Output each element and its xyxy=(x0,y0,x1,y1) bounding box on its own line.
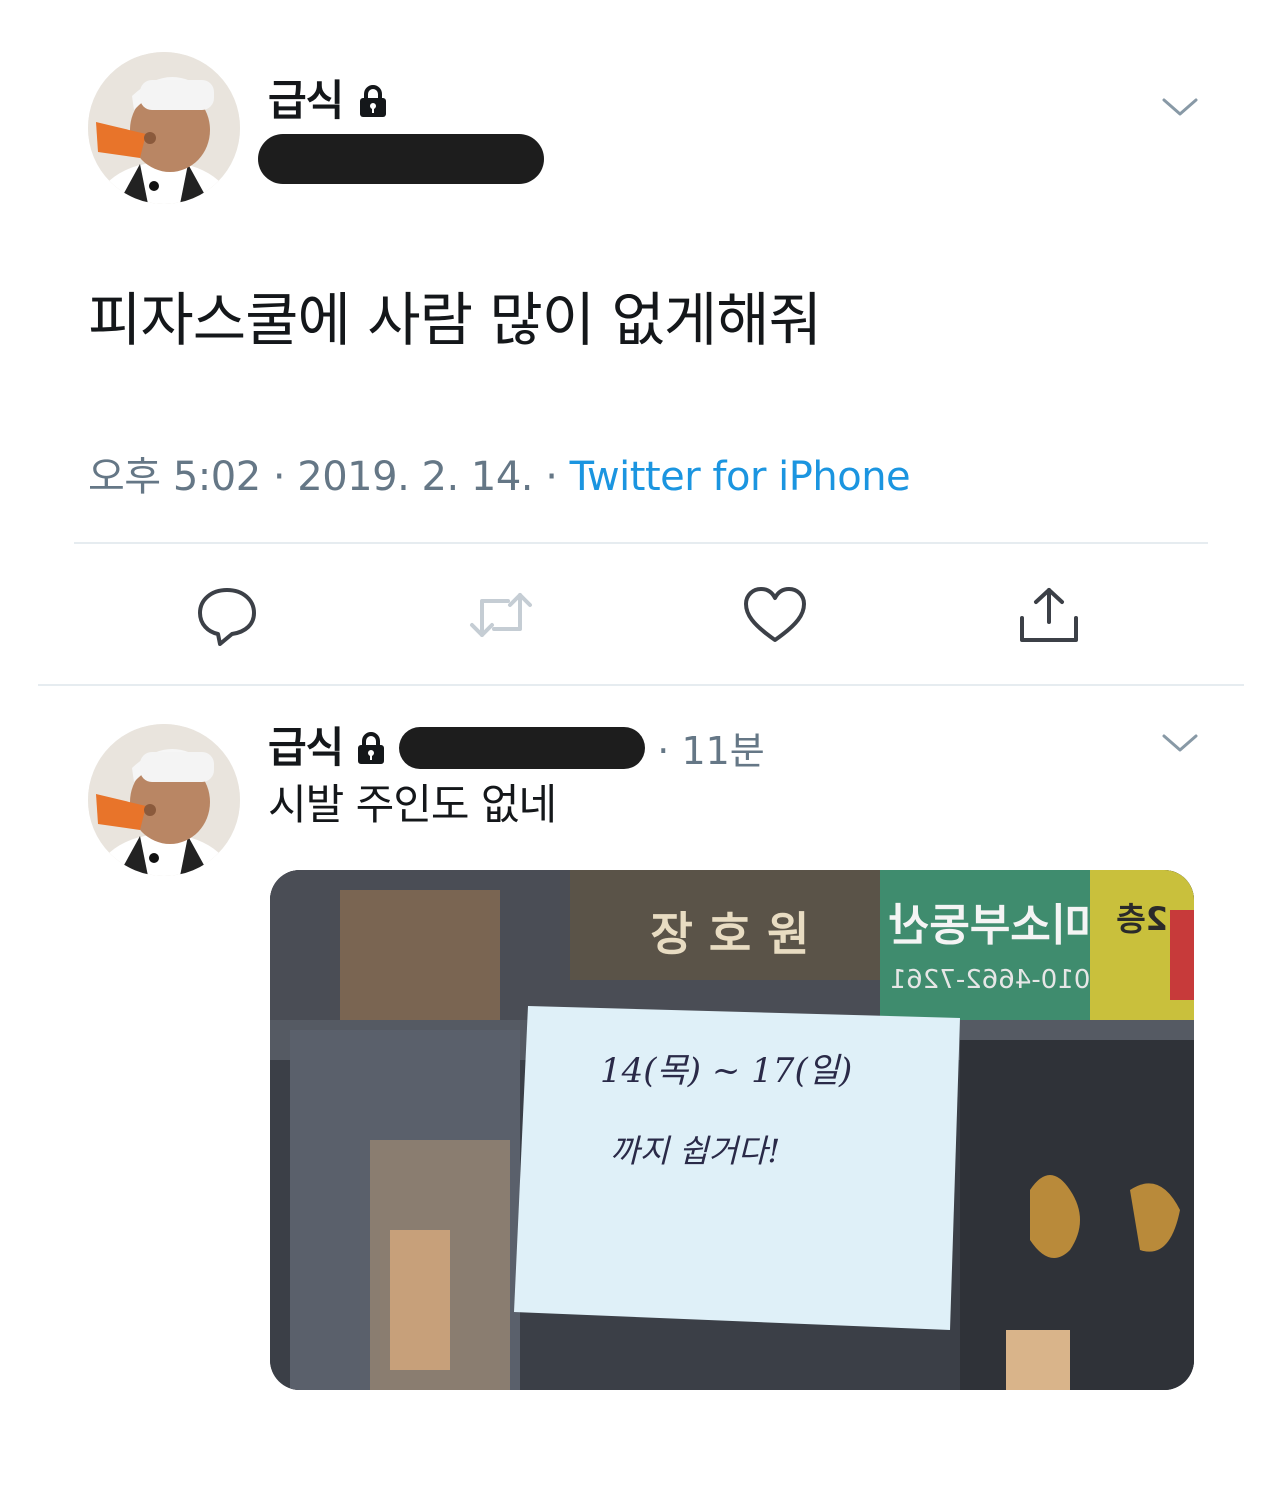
reply-header: 급식 · 11분 xyxy=(268,720,765,775)
svg-text:미소부동산: 미소부동산 xyxy=(889,900,1091,951)
divider xyxy=(74,542,1208,544)
redacted-username xyxy=(258,134,544,184)
tweet-source-link[interactable]: Twitter for iPhone xyxy=(570,454,911,500)
share-button[interactable] xyxy=(1014,580,1084,650)
reply-timestamp[interactable]: · 11분 xyxy=(657,720,764,775)
divider xyxy=(38,684,1244,686)
svg-text:까지 쉽거다!: 까지 쉽거다! xyxy=(610,1132,780,1170)
reply-icon xyxy=(198,588,256,646)
tweet-media-photo[interactable]: 미소부동산 010-4662-7261 2층 장 호 원 14(목) ~ 17(… xyxy=(270,870,1194,1390)
chevron-down-icon[interactable] xyxy=(1160,732,1200,756)
reply-avatar[interactable] xyxy=(88,724,240,876)
retweet-icon xyxy=(470,593,532,637)
reply-button[interactable] xyxy=(192,580,262,650)
svg-text:14(목) ~ 17(일): 14(목) ~ 17(일) xyxy=(600,1051,852,1091)
like-icon xyxy=(744,587,806,642)
share-icon xyxy=(1020,588,1078,642)
redacted-username xyxy=(399,726,646,769)
lock-icon xyxy=(355,731,387,765)
display-name[interactable]: 급식 xyxy=(268,80,344,122)
closed-notice-paper: 14(목) ~ 17(일) 까지 쉽거다! xyxy=(514,1006,960,1330)
avatar-photo xyxy=(88,52,240,204)
svg-text:2층: 2층 xyxy=(1116,900,1168,938)
user-header: 급식 xyxy=(268,80,389,122)
lock-icon xyxy=(357,84,389,118)
svg-text:010-4662-7261: 010-4662-7261 xyxy=(890,965,1091,995)
chevron-down-icon[interactable] xyxy=(1160,96,1200,120)
avatar[interactable] xyxy=(88,52,240,204)
tweet-text: 피자스쿨에 사람 많이 없게해줘 xyxy=(88,286,822,354)
like-button[interactable] xyxy=(740,580,810,650)
tweet-timestamp[interactable]: 오후 5:02 · 2019. 2. 14. · xyxy=(88,454,570,500)
retweet-button[interactable] xyxy=(466,580,536,650)
reply-text: 시발 주인도 없네 xyxy=(268,780,557,829)
avatar-photo xyxy=(88,724,240,876)
reply-display-name[interactable]: 급식 xyxy=(268,726,344,769)
tweet-meta: 오후 5:02 · 2019. 2. 14. · Twitter for iPh… xyxy=(88,444,911,502)
svg-text:장 호 원: 장 호 원 xyxy=(651,907,810,961)
